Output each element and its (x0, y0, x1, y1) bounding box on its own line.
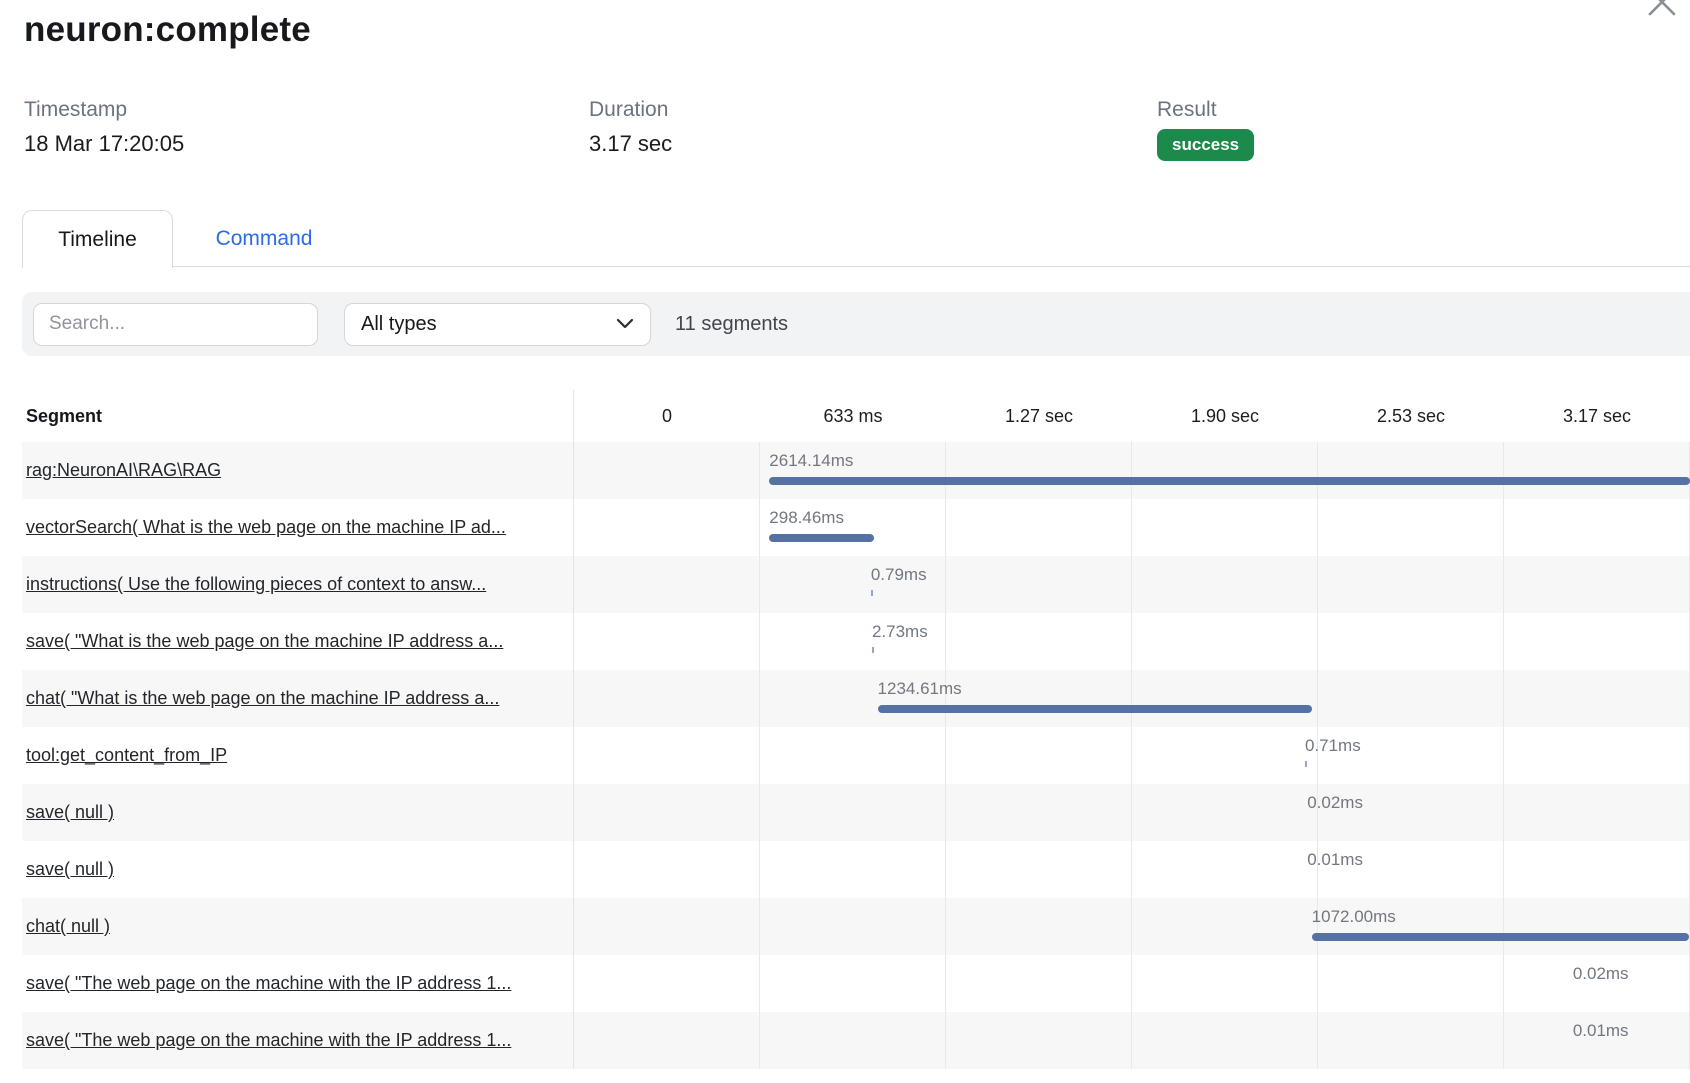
segment-duration-label: 2.73ms (872, 622, 928, 642)
segment-duration-bar (878, 705, 1312, 713)
segment-tick-mark (871, 590, 873, 596)
segment-duration-label: 0.79ms (871, 565, 927, 585)
axis-tick-label: 633 ms (760, 390, 946, 442)
result-label: Result (1157, 98, 1254, 122)
segment-link[interactable]: vectorSearch( What is the web page on th… (26, 517, 506, 538)
segment-duration-label: 0.02ms (1307, 793, 1363, 813)
table-row: rag:NeuronAI\RAG\RAG 2614.14ms (22, 442, 1690, 499)
table-row: instructions( Use the following pieces o… (22, 556, 1690, 613)
table-row: vectorSearch( What is the web page on th… (22, 499, 1690, 556)
segment-duration-label: 0.01ms (1307, 850, 1363, 870)
tab-timeline[interactable]: Timeline (22, 210, 173, 268)
type-filter-value: All types (361, 313, 437, 336)
tab-command[interactable]: Command (199, 210, 329, 267)
segment-timeline-cell: 1234.61ms (573, 670, 1690, 727)
segment-duration-label: 0.02ms (1573, 964, 1629, 984)
segment-duration-bar (769, 534, 874, 542)
timestamp-value: 18 Mar 17:20:05 (24, 131, 589, 157)
segment-name-cell: instructions( Use the following pieces o… (22, 556, 573, 613)
segment-link[interactable]: tool:get_content_from_IP (26, 745, 227, 766)
segment-timeline-cell: 298.46ms (573, 499, 1690, 556)
meta-row: Timestamp 18 Mar 17:20:05 Duration 3.17 … (24, 98, 1254, 161)
segment-name-cell: chat( null ) (22, 898, 573, 955)
segment-link[interactable]: chat( "What is the web page on the machi… (26, 688, 499, 709)
segment-link[interactable]: save( "The web page on the machine with … (26, 1030, 511, 1051)
segment-timeline-cell: 2614.14ms (573, 442, 1690, 499)
segment-duration-label: 0.01ms (1573, 1021, 1629, 1041)
status-badge: success (1157, 129, 1254, 161)
axis-tick-label: 3.17 sec (1504, 390, 1690, 442)
table-body: rag:NeuronAI\RAG\RAG 2614.14ms vectorSea… (22, 442, 1690, 1069)
segment-link[interactable]: save( "What is the web page on the machi… (26, 631, 503, 652)
table-row: save( "The web page on the machine with … (22, 955, 1690, 1012)
segment-name-cell: save( "The web page on the machine with … (22, 1012, 573, 1069)
timestamp-label: Timestamp (24, 98, 589, 122)
close-icon[interactable] (1644, 0, 1680, 20)
segment-timeline-cell: 0.02ms (573, 955, 1690, 1012)
duration-value: 3.17 sec (589, 131, 1157, 157)
segment-duration-label: 298.46ms (769, 508, 844, 528)
segment-name-cell: save( "What is the web page on the machi… (22, 613, 573, 670)
axis-tick-label: 1.90 sec (1132, 390, 1318, 442)
segment-timeline-cell: 1072.00ms (573, 898, 1690, 955)
segment-duration-label: 1234.61ms (878, 679, 962, 699)
table-row: save( "What is the web page on the machi… (22, 613, 1690, 670)
segment-name-cell: chat( "What is the web page on the machi… (22, 670, 573, 727)
table-row: chat( "What is the web page on the machi… (22, 670, 1690, 727)
segment-tick-mark (872, 647, 874, 653)
segment-timeline-cell: 0.02ms (573, 784, 1690, 841)
filter-bar: All types 11 segments (22, 292, 1690, 356)
segment-timeline-cell: 0.01ms (573, 841, 1690, 898)
segment-timeline-cell: 2.73ms (573, 613, 1690, 670)
segment-timeline-cell: 0.01ms (573, 1012, 1690, 1069)
segment-duration-bar (769, 477, 1690, 485)
segment-link[interactable]: save( null ) (26, 802, 114, 823)
duration-label: Duration (589, 98, 1157, 122)
table-row: save( null ) 0.02ms (22, 784, 1690, 841)
table-row: chat( null ) 1072.00ms (22, 898, 1690, 955)
axis-tick-label: 2.53 sec (1318, 390, 1504, 442)
segment-count: 11 segments (675, 313, 788, 336)
page-title: neuron:complete (24, 10, 311, 50)
chevron-down-icon (616, 318, 634, 330)
table-row: tool:get_content_from_IP 0.71ms (22, 727, 1690, 784)
segment-name-cell: save( null ) (22, 841, 573, 898)
segment-column-header: Segment (22, 390, 573, 442)
timeline-table: Segment 0633 ms1.27 sec1.90 sec2.53 sec3… (22, 390, 1690, 1069)
type-filter-dropdown[interactable]: All types (344, 303, 651, 346)
segment-name-cell: vectorSearch( What is the web page on th… (22, 499, 573, 556)
segment-name-cell: rag:NeuronAI\RAG\RAG (22, 442, 573, 499)
table-header: Segment 0633 ms1.27 sec1.90 sec2.53 sec3… (22, 390, 1690, 442)
segment-duration-label: 0.71ms (1305, 736, 1361, 756)
segment-tick-mark (1305, 761, 1307, 767)
tab-bar: Timeline Command (22, 210, 1690, 267)
table-row: save( null ) 0.01ms (22, 841, 1690, 898)
segment-link[interactable]: save( "The web page on the machine with … (26, 973, 511, 994)
segment-link[interactable]: chat( null ) (26, 916, 110, 937)
segment-duration-label: 2614.14ms (769, 451, 853, 471)
table-row: save( "The web page on the machine with … (22, 1012, 1690, 1069)
segment-link[interactable]: save( null ) (26, 859, 114, 880)
segment-name-cell: save( "The web page on the machine with … (22, 955, 573, 1012)
segment-link[interactable]: instructions( Use the following pieces o… (26, 574, 486, 595)
segment-name-cell: save( null ) (22, 784, 573, 841)
segment-timeline-cell: 0.71ms (573, 727, 1690, 784)
segment-duration-label: 1072.00ms (1312, 907, 1396, 927)
segment-name-cell: tool:get_content_from_IP (22, 727, 573, 784)
search-input[interactable] (33, 303, 318, 346)
segment-duration-bar (1312, 933, 1689, 941)
axis-tick-label: 0 (574, 390, 760, 442)
axis-tick-label: 1.27 sec (946, 390, 1132, 442)
time-axis: 0633 ms1.27 sec1.90 sec2.53 sec3.17 sec (573, 390, 1690, 442)
segment-link[interactable]: rag:NeuronAI\RAG\RAG (26, 460, 221, 481)
segment-timeline-cell: 0.79ms (573, 556, 1690, 613)
